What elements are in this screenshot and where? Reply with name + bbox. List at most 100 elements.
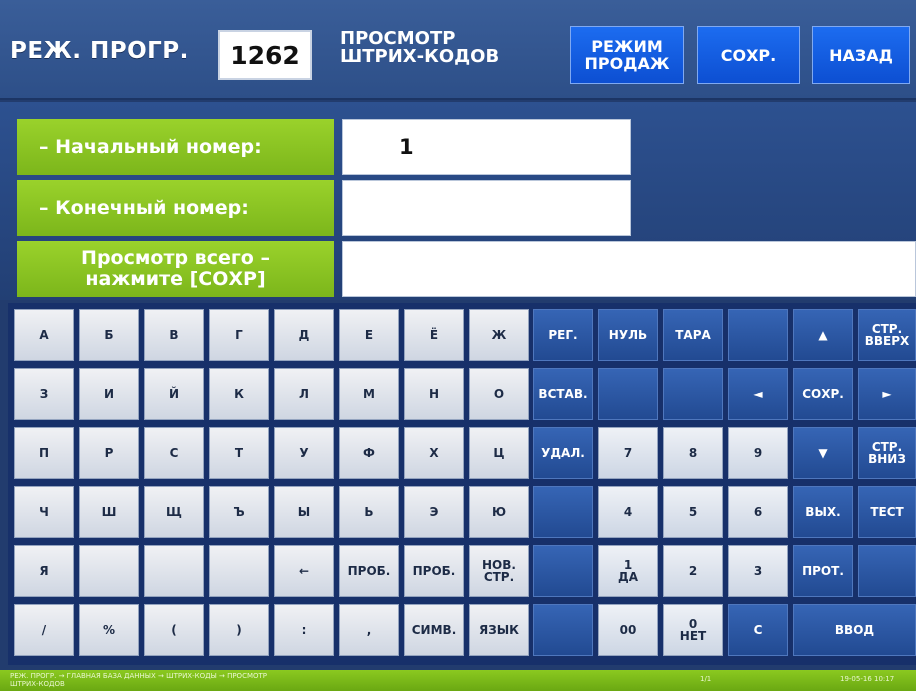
digit-7-key[interactable]: 7 <box>598 427 658 479</box>
letter-key[interactable] <box>144 545 204 597</box>
letter-key[interactable]: У <box>274 427 334 479</box>
view-all-field[interactable] <box>342 241 916 297</box>
letter-key[interactable]: Ж <box>469 309 529 361</box>
blank-key-r6[interactable] <box>533 604 593 656</box>
digit-4-key[interactable]: 4 <box>598 486 658 538</box>
delete-key[interactable]: УДАЛ. <box>533 427 593 479</box>
letter-key[interactable]: Р <box>79 427 139 479</box>
letter-key[interactable]: В <box>144 309 204 361</box>
digit-8-key[interactable]: 8 <box>663 427 723 479</box>
start-number-field[interactable]: 1 <box>342 119 631 175</box>
test-key[interactable]: ТЕСТ <box>858 486 916 538</box>
letter-key[interactable]: С <box>144 427 204 479</box>
view-all-label-line2: нажмите [СОХР] <box>85 268 266 290</box>
digit-3-key[interactable]: 3 <box>728 545 788 597</box>
digit-9-key[interactable]: 9 <box>728 427 788 479</box>
letter-key[interactable]: Ы <box>274 486 334 538</box>
status-datetime: 19-05-16 10:17 <box>840 675 895 683</box>
letter-key[interactable]: ( <box>144 604 204 656</box>
left-arrow-key[interactable]: ◄ <box>728 368 788 420</box>
letter-key[interactable]: М <box>339 368 399 420</box>
header-bar: РЕЖ. ПРОГР. 1262 ПРОСМОТР ШТРИХ-КОДОВ РЕ… <box>0 0 916 100</box>
back-button[interactable]: НАЗАД <box>812 26 910 84</box>
form-area: – Начальный номер: 1 – Конечный номер: П… <box>0 102 916 300</box>
blank-key-r5[interactable] <box>533 545 593 597</box>
prot-key[interactable]: ПРОТ. <box>793 545 853 597</box>
letter-key[interactable]: Й <box>144 368 204 420</box>
letter-key[interactable]: Д <box>274 309 334 361</box>
letter-key[interactable]: ЯЗЫК <box>469 604 529 656</box>
sales-mode-label-line2: ПРОДАЖ <box>584 54 670 73</box>
letter-key[interactable]: ПРОБ. <box>339 545 399 597</box>
save-key[interactable]: СОХР. <box>793 368 853 420</box>
letter-key[interactable]: Ч <box>14 486 74 538</box>
down-arrow-key[interactable]: ▼ <box>793 427 853 479</box>
view-all-label: Просмотр всего – нажмите [СОХР] <box>17 241 334 297</box>
status-path-line2: ШТРИХ-КОДОВ <box>10 680 65 688</box>
letter-key[interactable]: ) <box>209 604 269 656</box>
letter-key[interactable]: СИМВ. <box>404 604 464 656</box>
letter-key[interactable]: З <box>14 368 74 420</box>
blank-key-r1[interactable] <box>728 309 788 361</box>
null-key[interactable]: НУЛЬ <box>598 309 658 361</box>
letter-key[interactable]: Ё <box>404 309 464 361</box>
letter-key[interactable]: / <box>14 604 74 656</box>
save-button[interactable]: СОХР. <box>697 26 800 84</box>
letter-key[interactable]: Щ <box>144 486 204 538</box>
letter-key[interactable]: П <box>14 427 74 479</box>
blank-key-r2b[interactable] <box>663 368 723 420</box>
right-arrow-key[interactable]: ► <box>858 368 916 420</box>
tare-key[interactable]: ТАРА <box>663 309 723 361</box>
double-zero-key[interactable]: 00 <box>598 604 658 656</box>
letter-key[interactable]: Г <box>209 309 269 361</box>
letter-key[interactable]: А <box>14 309 74 361</box>
letter-key[interactable]: К <box>209 368 269 420</box>
blank-key-r4[interactable] <box>533 486 593 538</box>
letter-key[interactable]: ПРОБ. <box>404 545 464 597</box>
insert-key[interactable]: ВСТАВ. <box>533 368 593 420</box>
letter-key[interactable]: Ц <box>469 427 529 479</box>
letter-key[interactable]: Ю <box>469 486 529 538</box>
start-number-label: – Начальный номер: <box>17 119 334 175</box>
digit-6-key[interactable]: 6 <box>728 486 788 538</box>
letter-key[interactable]: Б <box>79 309 139 361</box>
letter-key[interactable]: ← <box>274 545 334 597</box>
reg-key[interactable]: РЕГ. <box>533 309 593 361</box>
letter-key[interactable]: Х <box>404 427 464 479</box>
end-number-field[interactable] <box>342 180 631 236</box>
letter-key[interactable]: , <box>339 604 399 656</box>
letter-key[interactable]: Я <box>14 545 74 597</box>
exit-key[interactable]: ВЫХ. <box>793 486 853 538</box>
letter-key[interactable]: Ь <box>339 486 399 538</box>
clear-key[interactable]: С <box>728 604 788 656</box>
letter-key[interactable]: Е <box>339 309 399 361</box>
enter-key[interactable]: ВВОД <box>793 604 916 656</box>
digit-0-no-key[interactable]: 0 НЕТ <box>663 604 723 656</box>
letter-key[interactable] <box>209 545 269 597</box>
sales-mode-button[interactable]: РЕЖИМ ПРОДАЖ <box>570 26 684 84</box>
letter-key[interactable]: Ш <box>79 486 139 538</box>
status-path: РЕЖ. ПРОГР. → ГЛАВНАЯ БАЗА ДАННЫХ → ШТРИ… <box>10 672 267 680</box>
program-number: 1262 <box>218 30 312 80</box>
blank-key-r2a[interactable] <box>598 368 658 420</box>
letter-key[interactable]: Т <box>209 427 269 479</box>
digit-5-key[interactable]: 5 <box>663 486 723 538</box>
letter-key[interactable]: И <box>79 368 139 420</box>
letter-key[interactable]: Э <box>404 486 464 538</box>
letter-key[interactable]: : <box>274 604 334 656</box>
digit-2-key[interactable]: 2 <box>663 545 723 597</box>
letter-key[interactable]: Ф <box>339 427 399 479</box>
letter-key[interactable]: О <box>469 368 529 420</box>
letter-key[interactable] <box>79 545 139 597</box>
letter-key[interactable]: % <box>79 604 139 656</box>
page-up-key[interactable]: СТР. ВВЕРХ <box>858 309 916 361</box>
page-down-key[interactable]: СТР. ВНИЗ <box>858 427 916 479</box>
letter-key[interactable]: НОВ. СТР. <box>469 545 529 597</box>
letter-key[interactable]: Н <box>404 368 464 420</box>
on-screen-keyboard: А Б В Г Д Е Ё Ж З И Й К Л М Н О П Р С Т У Ф Х Ц Ч Ш Щ Ъ Ы Ь Э Ю Я ← ПРОБ. П… <box>8 303 916 665</box>
up-arrow-key[interactable]: ▲ <box>793 309 853 361</box>
digit-1-yes-key[interactable]: 1 ДА <box>598 545 658 597</box>
letter-key[interactable]: Ъ <box>209 486 269 538</box>
blank-key-r5b[interactable] <box>858 545 916 597</box>
letter-key[interactable]: Л <box>274 368 334 420</box>
